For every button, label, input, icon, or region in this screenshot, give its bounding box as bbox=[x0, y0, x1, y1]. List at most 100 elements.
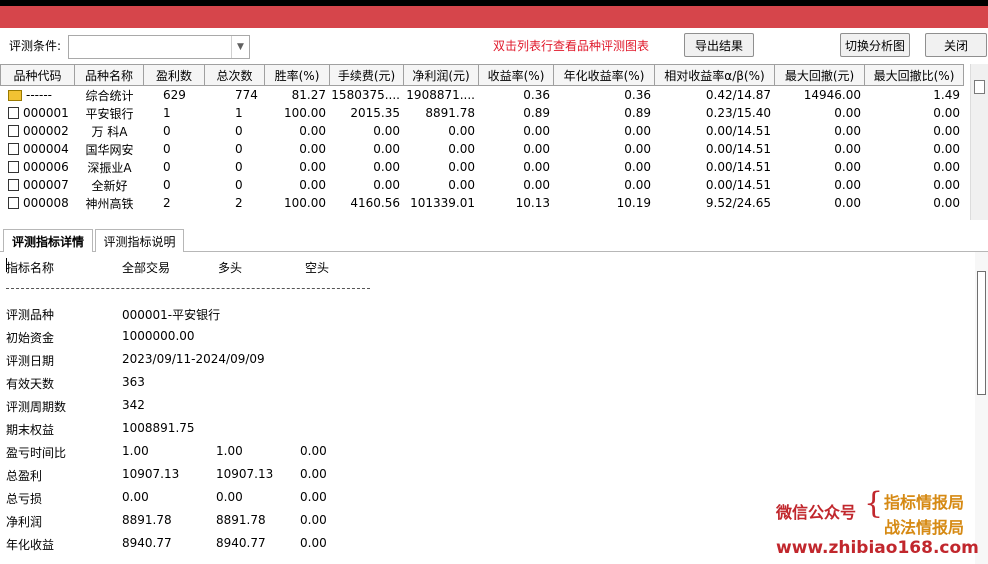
detail-scrollbar-thumb[interactable] bbox=[977, 271, 986, 395]
scrollbar-thumb[interactable] bbox=[974, 80, 985, 94]
detail-scrollbar[interactable] bbox=[975, 252, 988, 564]
table-row[interactable]: 000008 神州高铁 2 2 100.00 4160.56 101339.01 10.13 1… bbox=[0, 194, 970, 212]
cell-total: 774 bbox=[235, 88, 258, 102]
cell-ddr: 0.00 bbox=[933, 124, 960, 138]
cell-winrate: 0.00 bbox=[299, 178, 326, 192]
document-icon bbox=[8, 125, 19, 137]
cell-wins: 0 bbox=[163, 160, 171, 174]
cell-alpha: 0.42/14.87 bbox=[705, 88, 771, 102]
cell-dd: 0.00 bbox=[834, 106, 861, 120]
column-header-ret[interactable]: 收益率(%) bbox=[479, 64, 554, 86]
cell-profit: 0.00 bbox=[448, 160, 475, 174]
cell-ret: 0.00 bbox=[523, 160, 550, 174]
table-row[interactable]: 000001 平安银行 1 1 100.00 2015.35 8891.78 0.89 0.89… bbox=[0, 104, 970, 122]
cell-code-text: 000001 bbox=[23, 106, 69, 120]
column-header-total[interactable]: 总次数 bbox=[205, 64, 265, 86]
cell-ret: 10.13 bbox=[515, 196, 550, 210]
cell-code: 000001 bbox=[0, 104, 75, 122]
cell-wins: 2 bbox=[163, 196, 171, 210]
cell-ddr: 0.00 bbox=[933, 106, 960, 120]
column-header-profit[interactable]: 净利润(元) bbox=[404, 64, 479, 86]
chevron-down-icon[interactable]: ▼ bbox=[231, 36, 249, 58]
detail-metric-value: 1.00 bbox=[216, 444, 243, 458]
cell-code: 000002 bbox=[0, 122, 75, 140]
tab-bar: 评测指标详情 评测指标说明 bbox=[0, 226, 988, 253]
cell-total: 0 bbox=[235, 160, 243, 174]
cell-annual: 0.00 bbox=[624, 160, 651, 174]
cell-name: 综合统计 bbox=[85, 88, 134, 103]
cell-winrate: 0.00 bbox=[299, 160, 326, 174]
export-button[interactable]: 导出结果 bbox=[684, 33, 754, 57]
cell-ret: 0.00 bbox=[523, 124, 550, 138]
cell-annual: 0.00 bbox=[624, 142, 651, 156]
detail-metric-label: 评测日期 bbox=[6, 354, 55, 368]
cell-alpha: 0.23/15.40 bbox=[705, 106, 771, 120]
column-header-annual[interactable]: 年化收益率(%) bbox=[554, 64, 655, 86]
cell-annual: 0.00 bbox=[624, 124, 651, 138]
detail-metric-value: 8891.78 bbox=[122, 513, 172, 527]
tab-metric-description[interactable]: 评测指标说明 bbox=[95, 229, 184, 252]
detail-metric-label: 年化收益 bbox=[6, 538, 55, 552]
document-icon bbox=[8, 143, 19, 155]
detail-metric-value: 0.00 bbox=[300, 467, 327, 481]
column-header-ddr[interactable]: 最大回撤比(%) bbox=[865, 64, 964, 86]
cell-ret: 0.36 bbox=[523, 88, 550, 102]
condition-label: 评测条件: bbox=[9, 39, 62, 53]
condition-select[interactable]: ▼ bbox=[68, 35, 250, 59]
table-row[interactable]: ------ 综合统计 629 774 81.27 1580375.... 1908871.… bbox=[0, 86, 970, 104]
cell-name: 神州高铁 bbox=[85, 196, 134, 211]
cell-ddr: 0.00 bbox=[933, 178, 960, 192]
table-row[interactable]: 000007 全新好 0 0 0.00 0.00 0.00 0.00 0.00 0.00/14.5… bbox=[0, 176, 970, 194]
cell-alpha: 0.00/14.51 bbox=[705, 142, 771, 156]
cell-ddr: 0.00 bbox=[933, 142, 960, 156]
detail-header-name: 指标名称 bbox=[6, 261, 55, 275]
watermark-brace: { bbox=[864, 486, 884, 521]
column-header-code[interactable]: 品种代码 bbox=[0, 64, 75, 86]
cell-total: 0 bbox=[235, 178, 243, 192]
tab-metric-detail[interactable]: 评测指标详情 bbox=[3, 229, 93, 253]
detail-metric-value: 8940.77 bbox=[122, 536, 172, 550]
cell-winrate: 100.00 bbox=[284, 196, 326, 210]
detail-metric-label: 初始资金 bbox=[6, 331, 55, 345]
cell-alpha: 9.52/24.65 bbox=[705, 196, 771, 210]
table-row[interactable]: 000002 万 科A 0 0 0.00 0.00 0.00 0.00 0.00 0.00/14.… bbox=[0, 122, 970, 140]
cell-code-text: 000002 bbox=[23, 124, 69, 138]
table-row[interactable]: 000006 深振业A 0 0 0.00 0.00 0.00 0.00 0.00 0.00/14.… bbox=[0, 158, 970, 176]
cell-ddr: 1.49 bbox=[933, 88, 960, 102]
cell-fee: 0.00 bbox=[373, 178, 400, 192]
detail-metric-value: 0.00 bbox=[300, 444, 327, 458]
cell-winrate: 81.27 bbox=[291, 88, 326, 102]
cell-profit: 0.00 bbox=[448, 142, 475, 156]
table-row[interactable]: 000004 国华网安 0 0 0.00 0.00 0.00 0.00 0.00 0.00/14.… bbox=[0, 140, 970, 158]
column-header-alpha[interactable]: 相对收益率α/β(%) bbox=[655, 64, 775, 86]
switch-chart-button[interactable]: 切换分析图 bbox=[840, 33, 910, 57]
cell-alpha: 0.00/14.51 bbox=[705, 178, 771, 192]
column-header-dd[interactable]: 最大回撤(元) bbox=[775, 64, 865, 86]
column-header-wins[interactable]: 盈利数 bbox=[144, 64, 205, 86]
cell-wins: 629 bbox=[163, 88, 186, 102]
cell-code: 000006 bbox=[0, 158, 75, 176]
detail-metric-value: 363 bbox=[122, 375, 145, 389]
watermark-name-1: 指标情报局 bbox=[884, 493, 965, 512]
cell-winrate: 0.00 bbox=[299, 142, 326, 156]
cell-fee: 4160.56 bbox=[350, 196, 400, 210]
cell-name: 深振业A bbox=[87, 160, 132, 175]
detail-metric-label: 期末权益 bbox=[6, 423, 55, 437]
folder-icon bbox=[8, 89, 22, 101]
detail-metric-value: 000001-平安银行 bbox=[122, 308, 221, 322]
cell-profit: 0.00 bbox=[448, 178, 475, 192]
column-header-fee[interactable]: 手续费(元) bbox=[330, 64, 404, 86]
detail-metric-value: 8940.77 bbox=[216, 536, 266, 550]
table-scrollbar[interactable] bbox=[970, 64, 988, 220]
cell-fee: 2015.35 bbox=[350, 106, 400, 120]
document-icon bbox=[8, 197, 19, 209]
cell-alpha: 0.00/14.51 bbox=[705, 124, 771, 138]
cell-name: 万 科A bbox=[91, 124, 128, 139]
column-header-winrate[interactable]: 胜率(%) bbox=[265, 64, 330, 86]
cell-dd: 0.00 bbox=[834, 142, 861, 156]
watermark-name-2: 战法情报局 bbox=[884, 518, 965, 537]
cell-fee: 0.00 bbox=[373, 160, 400, 174]
detail-metric-value: 0.00 bbox=[122, 490, 149, 504]
column-header-name[interactable]: 品种名称 bbox=[75, 64, 144, 86]
close-button[interactable]: 关闭 bbox=[925, 33, 987, 57]
